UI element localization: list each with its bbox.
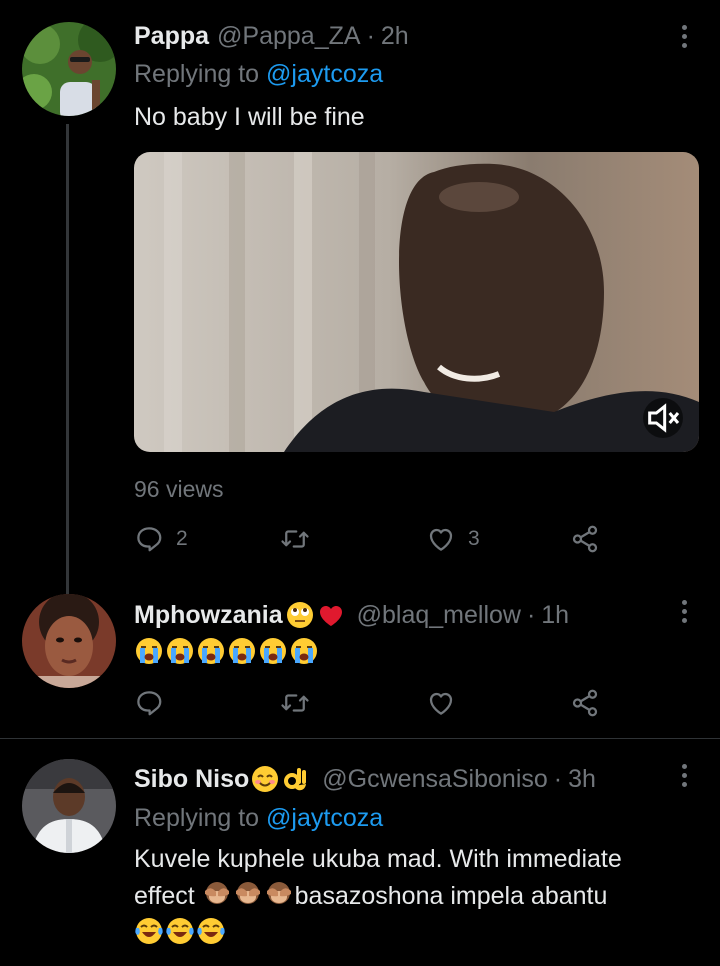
- see-no-evil-monkey-emoji: [202, 879, 232, 909]
- red-heart-emoji: [316, 600, 346, 630]
- like-icon: [429, 692, 453, 715]
- loudly-crying-face-emoji: [289, 636, 319, 666]
- share-button[interactable]: [570, 686, 600, 720]
- retweet-icon: [281, 694, 309, 712]
- tweet-text-fragment: effect: [134, 882, 195, 910]
- more-icon[interactable]: [674, 760, 694, 790]
- tweet-header: Mphowzania @blaq_mellow · 1h: [134, 600, 569, 630]
- face-with-rolling-eyes-emoji: [285, 600, 315, 630]
- mute-icon[interactable]: [643, 398, 683, 438]
- tweet-text-line: effect basazoshona impela abantu: [134, 878, 694, 915]
- tweet-mphowzania[interactable]: Mphowzania @blaq_mellow · 1h: [0, 590, 720, 738]
- face-with-tears-of-joy-emoji: [196, 916, 226, 946]
- mention-link[interactable]: @jaytcoza: [266, 60, 383, 88]
- reply-count: 2: [176, 527, 188, 550]
- like-button[interactable]: 3: [426, 522, 480, 556]
- separator-dot: ·: [366, 22, 375, 50]
- tweet-text: Kuvele kuphele ukuba mad. With immediate…: [134, 841, 694, 952]
- display-name[interactable]: Mphowzania: [134, 600, 283, 630]
- tweet-text-fragment: basazoshona impela abantu: [294, 882, 608, 910]
- user-handle[interactable]: @Pappa_ZA: [217, 21, 361, 51]
- tweet-timestamp[interactable]: 2h: [381, 21, 409, 51]
- see-no-evil-monkey-emoji: [233, 879, 263, 909]
- tweet-text-line: Kuvele kuphele ukuba mad. With immediate: [134, 845, 622, 873]
- tweet-timestamp[interactable]: 3h: [568, 764, 596, 794]
- tweet-header: Sibo Niso @GcwensaSiboniso · 3h: [134, 764, 596, 794]
- more-icon[interactable]: [674, 21, 694, 51]
- replying-to-prefix: Replying to: [134, 60, 260, 88]
- tweet-text-line: [134, 915, 694, 952]
- reply-button[interactable]: 2: [134, 522, 188, 556]
- replying-to: Replying to @jaytcoza: [134, 803, 383, 833]
- action-bar: [134, 686, 614, 720]
- action-bar: 2 3: [134, 522, 614, 556]
- mention-link[interactable]: @jaytcoza: [266, 804, 383, 832]
- like-button[interactable]: [426, 686, 468, 720]
- like-count: 3: [468, 527, 480, 550]
- reply-button[interactable]: [134, 686, 176, 720]
- display-name[interactable]: Pappa: [134, 21, 209, 51]
- separator-dot: ·: [553, 765, 563, 793]
- video-player[interactable]: [134, 152, 699, 452]
- tweet-pappa[interactable]: Pappa @Pappa_ZA · 2h Replying to @jaytco…: [0, 0, 720, 590]
- tweet-sibo-niso[interactable]: Sibo Niso @GcwensaSiboniso · 3h Replying…: [0, 739, 720, 966]
- view-count: 96 views: [134, 476, 224, 502]
- like-icon: [429, 528, 453, 551]
- separator-dot: ·: [526, 601, 536, 629]
- replying-to-prefix: Replying to: [134, 804, 260, 832]
- face-with-tears-of-joy-emoji: [165, 916, 195, 946]
- share-button[interactable]: [570, 522, 600, 556]
- display-name[interactable]: Sibo Niso: [134, 764, 249, 794]
- retweet-icon: [281, 530, 309, 548]
- tweet-text: [134, 634, 694, 672]
- retweet-button[interactable]: [280, 522, 322, 556]
- tweet-timestamp[interactable]: 1h: [541, 600, 569, 630]
- user-handle[interactable]: @blaq_mellow: [357, 600, 521, 630]
- reply-icon: [137, 527, 162, 552]
- tweet-header: Pappa @Pappa_ZA · 2h: [134, 21, 409, 51]
- tweet-text: No baby I will be fine: [134, 103, 365, 131]
- avatar[interactable]: [22, 594, 116, 688]
- loudly-crying-face-emoji: [227, 636, 257, 666]
- loudly-crying-face-emoji: [258, 636, 288, 666]
- replying-to: Replying to @jaytcoza: [134, 59, 383, 89]
- share-icon: [572, 689, 598, 717]
- face-with-tears-of-joy-emoji: [134, 916, 164, 946]
- loudly-crying-face-emoji: [165, 636, 195, 666]
- avatar[interactable]: [22, 22, 116, 116]
- smiling-face-with-smiling-eyes-emoji: [250, 764, 280, 794]
- loudly-crying-face-emoji: [134, 636, 164, 666]
- share-icon: [572, 525, 598, 553]
- user-handle[interactable]: @GcwensaSiboniso: [322, 764, 548, 794]
- ok-hand-emoji: [281, 764, 311, 794]
- retweet-button[interactable]: [280, 686, 322, 720]
- avatar[interactable]: [22, 759, 116, 853]
- loudly-crying-face-emoji: [196, 636, 226, 666]
- more-icon[interactable]: [674, 596, 694, 626]
- see-no-evil-monkey-emoji: [264, 879, 294, 909]
- reply-icon: [137, 691, 162, 716]
